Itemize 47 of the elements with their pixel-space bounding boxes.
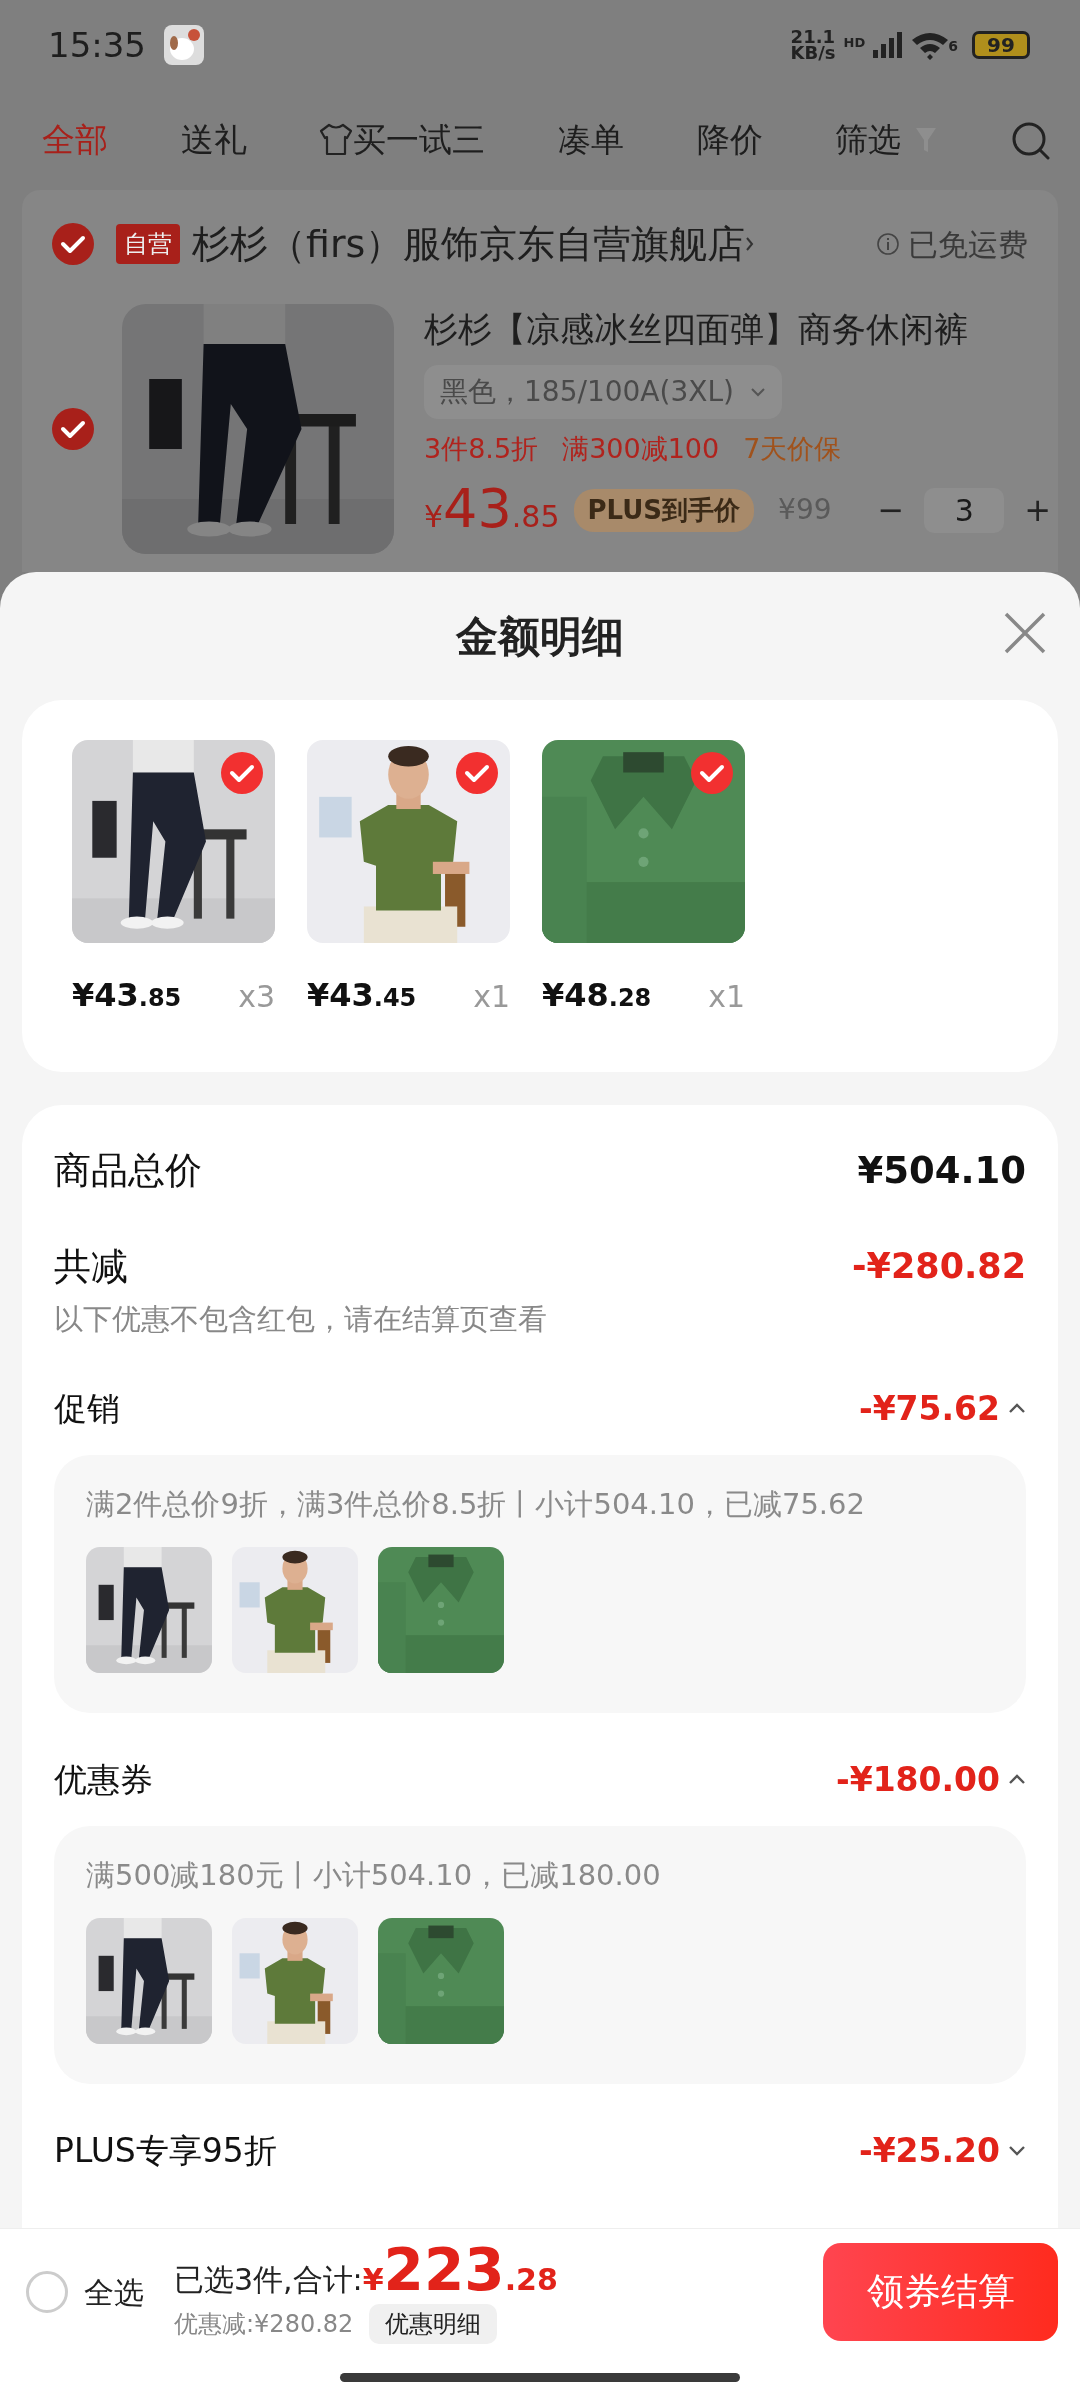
- discount-row[interactable]: 促销 -¥75.62: [54, 1383, 1026, 1433]
- status-time: 15:35: [48, 23, 146, 67]
- discount-detail-text: 满2件总价9折，满3件总价8.5折丨小计504.10，已减75.62: [86, 1486, 866, 1523]
- item-price: ¥43.45: [307, 975, 417, 1016]
- promo-tag: 满300减100: [562, 429, 720, 470]
- decrease-button[interactable]: −: [871, 486, 911, 534]
- quantity-field[interactable]: 3: [924, 487, 1005, 533]
- wifi-generation: 6: [948, 37, 958, 57]
- store-badge: 自营: [116, 224, 180, 264]
- total-label: 商品总价: [54, 1148, 202, 1194]
- network-speed: 21.1: [790, 28, 836, 45]
- variant-selector[interactable]: 黑色，185/100A(3XL): [424, 365, 782, 419]
- filter-tab[interactable]: 筛选: [835, 115, 938, 165]
- filter-tab[interactable]: 买一试三: [319, 115, 486, 165]
- discount-note: 以下优惠不包含红包，请在结算页查看: [54, 1301, 548, 1338]
- item-quantity: x3: [238, 978, 275, 1016]
- item-quantity: x1: [708, 978, 745, 1016]
- increase-button[interactable]: +: [1018, 486, 1058, 534]
- discount-detail-text: 满500减180元丨小计504.10，已减180.00: [86, 1857, 662, 1894]
- filter-tab[interactable]: 凑单: [557, 115, 624, 165]
- total-price: ¥223.28: [362, 2240, 558, 2302]
- product-title[interactable]: 杉杉【凉感冰丝四面弹】商务休闲裤: [424, 304, 1058, 355]
- store-name[interactable]: 杉杉（firs）服饰京东自营旗舰店: [192, 215, 746, 273]
- discount-detail-button[interactable]: 优惠明细: [369, 2303, 498, 2344]
- sheet-title: 金额明细: [456, 610, 624, 663]
- filter-tab[interactable]: 送礼: [180, 115, 247, 165]
- shipping-status: 已免运费: [908, 225, 1028, 264]
- promo-tag: 3件8.5折: [424, 429, 539, 470]
- promo-tag: 7天价保: [743, 429, 842, 470]
- total-amount: ¥504.10: [857, 1148, 1026, 1194]
- select-all-label[interactable]: 全选: [84, 2269, 144, 2315]
- discount-label: 共减: [54, 1243, 128, 1290]
- hd-label: HD: [843, 33, 866, 52]
- item-price: ¥43.85: [424, 481, 560, 539]
- discount-amount: -¥280.82: [852, 1245, 1026, 1288]
- savings-text: 优惠减:¥280.82: [174, 2308, 354, 2340]
- discount-row[interactable]: PLUS专享95折 -¥25.20: [54, 2125, 1026, 2175]
- item-price: ¥48.28: [542, 975, 652, 1016]
- filter-tab[interactable]: 降价: [696, 115, 763, 165]
- battery-indicator: 99: [972, 31, 1030, 59]
- item-quantity: x1: [473, 978, 510, 1016]
- selection-summary: 已选3件,合计:: [174, 2260, 363, 2299]
- plus-price-badge: PLUS到手价: [573, 488, 755, 532]
- checkout-button[interactable]: 领券结算: [823, 2243, 1058, 2341]
- network-unit: KB/s: [790, 45, 836, 62]
- discount-row[interactable]: 优惠券 -¥180.00: [54, 1754, 1026, 1804]
- item-price: ¥43.85: [72, 975, 182, 1016]
